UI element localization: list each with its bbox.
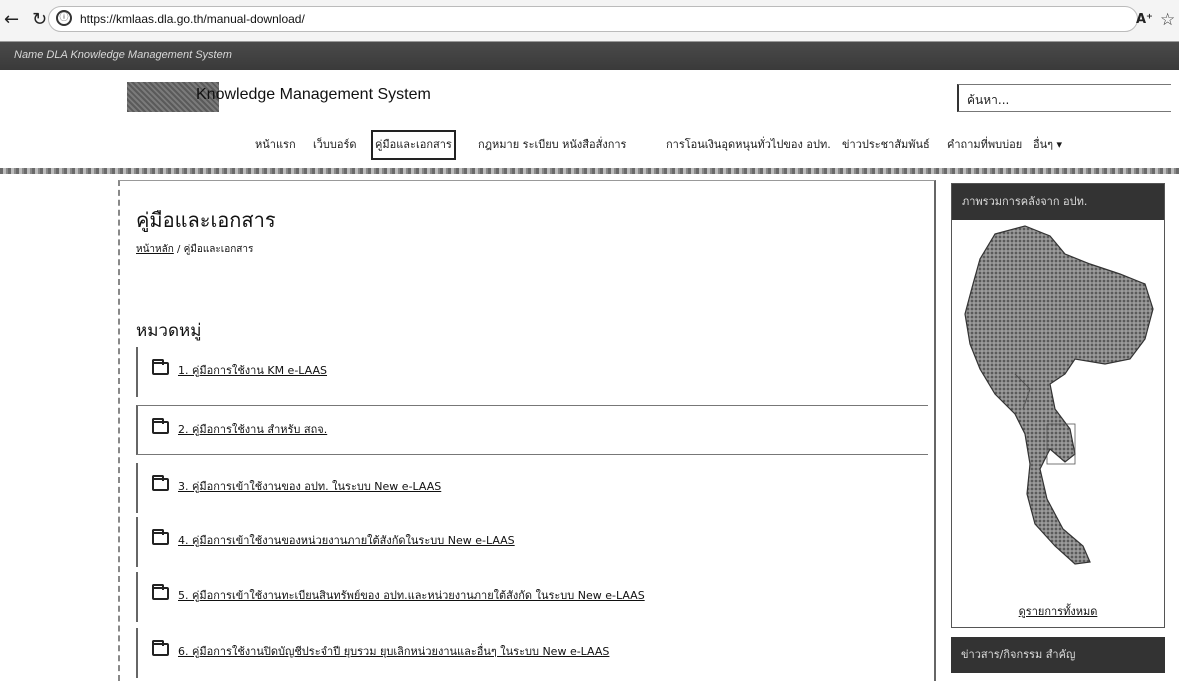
category-row[interactable]: 3. คู่มือการเข้าใช้งานของ อปท. ในระบบ Ne… [136, 463, 928, 513]
breadcrumb-current: คู่มือและเอกสาร [183, 244, 254, 255]
category-row[interactable]: 6. คู่มือการใช้งานปิดบัญชีประจำปี ยุบรวม… [136, 628, 928, 678]
site-info-icon[interactable]: ⓘ [56, 10, 72, 26]
folder-icon [152, 584, 169, 600]
main-menu: หน้าแรก เว็บบอร์ด คู่มือและเอกสาร กฎหมาย… [0, 130, 1179, 160]
read-aloud-icon[interactable]: A⁺ [1136, 12, 1153, 27]
header-divider [0, 168, 1179, 174]
search-input[interactable]: ค้นหา... [957, 84, 1171, 112]
category-link[interactable]: 5. คู่มือการเข้าใช้งานทะเบียนสินทรัพย์ขอ… [178, 586, 645, 604]
menu-item-more[interactable]: อื่นๆ ▾ [1033, 130, 1062, 160]
reload-icon[interactable]: ↻ [32, 10, 47, 30]
category-link[interactable]: 1. คู่มือการใช้งาน KM e-LAAS [178, 361, 327, 379]
folder-icon [152, 418, 169, 434]
top-strip: Name DLA Knowledge Management System [0, 42, 1179, 70]
menu-item-news[interactable]: ข่าวประชาสัมพันธ์ [842, 130, 930, 160]
breadcrumb: หน้าหลัก / คู่มือและเอกสาร [136, 242, 253, 257]
category-link[interactable]: 2. คู่มือการใช้งาน สำหรับ สถจ. [178, 420, 327, 438]
category-row[interactable]: 5. คู่มือการเข้าใช้งานทะเบียนสินทรัพย์ขอ… [136, 572, 928, 622]
favorite-star-icon[interactable]: ☆ [1160, 10, 1175, 30]
view-all-link[interactable]: ดูรายการทั้งหมด [952, 602, 1164, 620]
menu-item-webboard[interactable]: เว็บบอร์ด [313, 130, 357, 160]
folder-icon [152, 640, 169, 656]
category-heading: หมวดหมู่ [136, 321, 202, 341]
menu-item-faq[interactable]: คำถามที่พบบ่อย [947, 130, 1022, 160]
sidebar-map-widget: ภาพรวมการคลังจาก อปท. ดูรายการทั้งหมด [951, 183, 1165, 628]
folder-icon [152, 475, 169, 491]
breadcrumb-separator: / [173, 244, 184, 255]
menu-item-manuals[interactable]: คู่มือและเอกสาร [371, 130, 456, 160]
menu-item-home[interactable]: หน้าแรก [255, 130, 296, 160]
strip-text: Name DLA Knowledge Management System [14, 49, 232, 61]
folder-icon [152, 529, 169, 545]
thailand-map-image[interactable] [955, 224, 1160, 584]
page-title: คู่มือและเอกสาร [136, 208, 276, 232]
site-header: Knowledge Management System ค้นหา... หน้… [0, 70, 1179, 168]
sidebar-news-title: ข่าวสาร/กิจกรรม สำคัญ [951, 637, 1165, 673]
category-link[interactable]: 3. คู่มือการเข้าใช้งานของ อปท. ในระบบ Ne… [178, 477, 441, 495]
folder-icon [152, 359, 169, 375]
url-text[interactable]: https://kmlaas.dla.go.th/manual-download… [80, 12, 305, 26]
category-link[interactable]: 6. คู่มือการใช้งานปิดบัญชีประจำปี ยุบรวม… [178, 642, 609, 660]
browser-toolbar: ← ↻ ⓘ https://kmlaas.dla.go.th/manual-do… [0, 0, 1179, 42]
category-link[interactable]: 4. คู่มือการเข้าใช้งานของหน่วยงานภายใต้ส… [178, 531, 515, 549]
menu-item-subsidy[interactable]: การโอนเงินอุดหนุนทั่วไปของ อปท. [666, 130, 831, 160]
menu-item-laws[interactable]: กฎหมาย ระเบียบ หนังสือสั่งการ [478, 130, 626, 160]
category-row[interactable]: 1. คู่มือการใช้งาน KM e-LAAS [136, 347, 928, 397]
back-arrow-icon[interactable]: ← [4, 10, 19, 30]
thailand-map-graphic [964, 225, 1154, 565]
breadcrumb-home-link[interactable]: หน้าหลัก [136, 244, 174, 255]
search-placeholder: ค้นหา... [967, 93, 1010, 107]
site-brand-title[interactable]: Knowledge Management System [196, 86, 431, 104]
category-row[interactable]: 2. คู่มือการใช้งาน สำหรับ สถจ. [136, 405, 928, 455]
sidebar-map-title: ภาพรวมการคลังจาก อปท. [952, 184, 1164, 220]
category-row[interactable]: 4. คู่มือการเข้าใช้งานของหน่วยงานภายใต้ส… [136, 517, 928, 567]
